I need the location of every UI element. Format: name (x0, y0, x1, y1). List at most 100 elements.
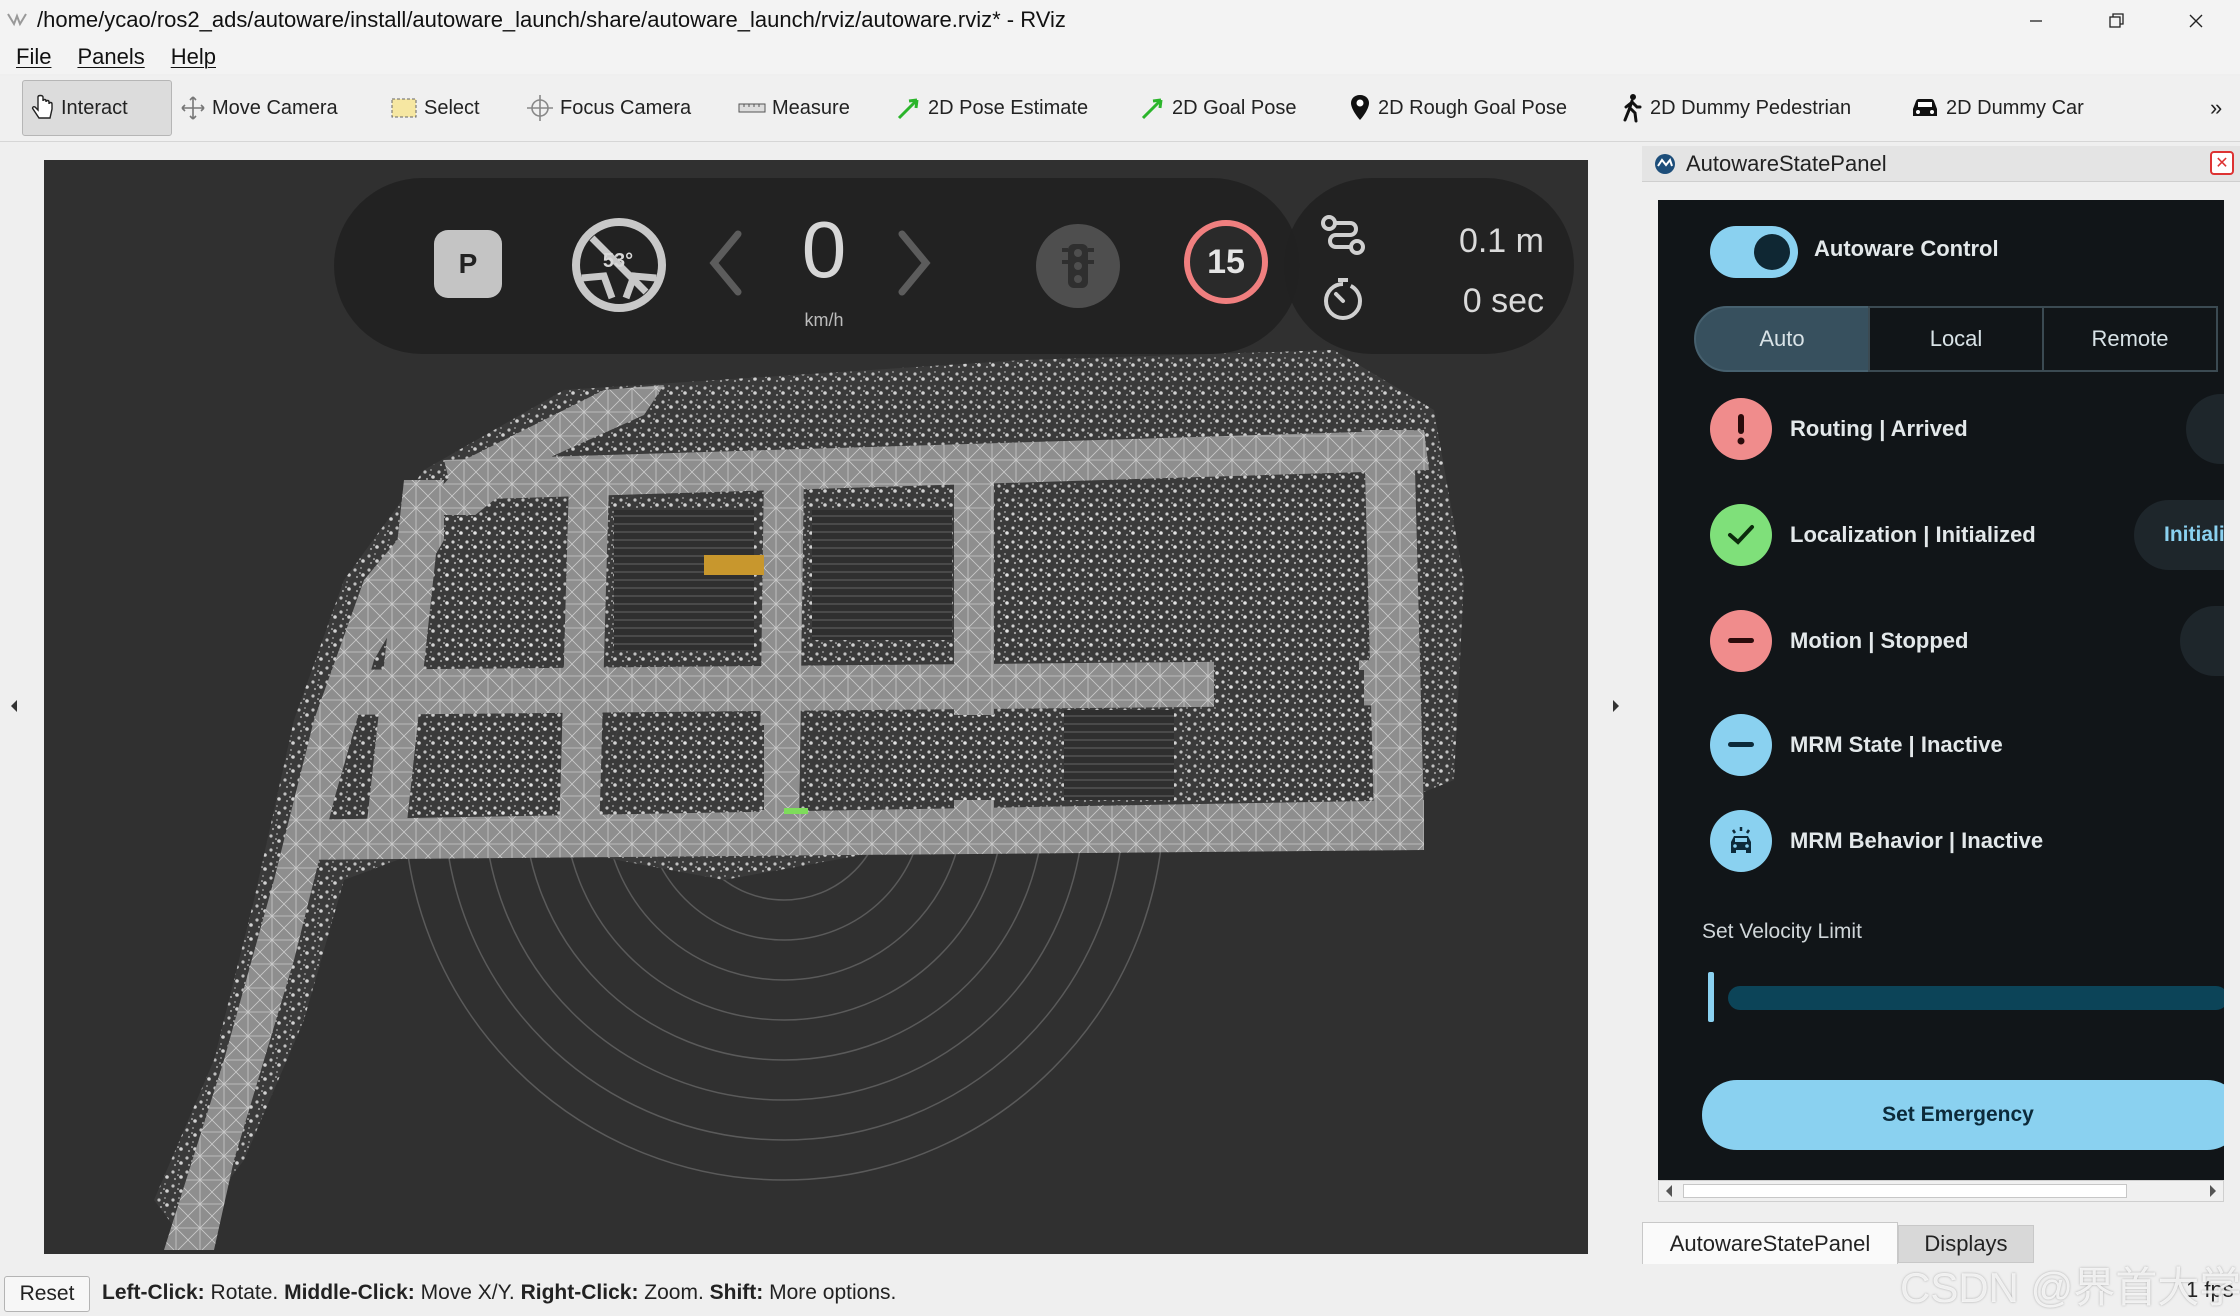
dummy-car-tool-button[interactable]: 2D Dummy Car (1910, 80, 2084, 136)
localization-status-indicator (1710, 504, 1772, 566)
vehicle-status-hud: P 53° 0 km/h 15 (334, 178, 1300, 354)
move-camera-tool-button[interactable]: Move Camera (180, 80, 338, 136)
ruler-icon (738, 103, 766, 113)
toggle-knob (1754, 234, 1790, 270)
traffic-light-icon (1036, 224, 1120, 308)
velocity-limit-title: Set Velocity Limit (1702, 920, 1862, 943)
minus-icon (1728, 742, 1754, 747)
measure-tool-button[interactable]: Measure (738, 80, 850, 136)
more-tools-button[interactable]: » (2210, 80, 2222, 136)
measure-label: Measure (772, 96, 850, 119)
menu-panels[interactable]: Panels (77, 42, 144, 74)
mrm-state-label: MRM State | Inactive (1790, 732, 2003, 757)
mode-remote-button[interactable]: Remote (2042, 306, 2218, 372)
mouse-help-text: Left-Click: Rotate. Middle-Click: Move X… (102, 1281, 897, 1304)
minimize-icon (2030, 20, 2042, 22)
scrollbar-thumb[interactable] (1683, 1184, 2127, 1198)
pedestrian-icon (1623, 94, 1642, 123)
motion-status-indicator (1710, 610, 1772, 672)
green-arrow-icon (897, 98, 919, 120)
localization-status-row: Localization | Initialized Initialize (1710, 500, 2224, 570)
restore-icon (2109, 13, 2124, 28)
autoware-panel-icon (1655, 154, 1675, 174)
left-turn-signal-icon (709, 230, 742, 296)
tool-bar: Interact Move Camera Select Focus Camera… (0, 76, 2240, 142)
close-icon: ✕ (2215, 155, 2229, 172)
speed-value: 0 (801, 205, 847, 294)
rviz-app-icon (7, 13, 27, 27)
route-icon (1321, 215, 1365, 255)
window-title: /home/ycao/ros2_ads/autoware/install/aut… (37, 7, 1066, 32)
close-window-button[interactable] (2156, 0, 2236, 42)
initialize-localization-button[interactable]: Initialize (2134, 500, 2224, 570)
menu-bar: File Panels Help (0, 42, 2240, 74)
pose-estimate-label: 2D Pose Estimate (928, 96, 1089, 119)
pose-estimate-tool-button[interactable]: 2D Pose Estimate (896, 80, 1088, 136)
minus-icon (1728, 638, 1754, 643)
menu-help[interactable]: Help (171, 42, 216, 74)
close-panel-button[interactable]: ✕ (2210, 151, 2234, 175)
crosshair-icon (527, 95, 553, 121)
panel-horizontal-scrollbar[interactable] (1658, 1180, 2224, 1202)
rough-goal-pose-tool-button[interactable]: 2D Rough Goal Pose (1348, 80, 1567, 136)
route-progress-hud: 0.1 m 0 sec (1284, 178, 1574, 354)
mrm-state-row: MRM State | Inactive (1710, 714, 2224, 778)
emergency-vehicle-icon (1731, 827, 1751, 853)
motion-status-label: Motion | Stopped (1790, 628, 1969, 653)
autoware-control-toggle[interactable] (1710, 226, 1798, 278)
timer-icon (1324, 278, 1362, 320)
steering-angle-value: 53° (602, 250, 634, 272)
velocity-slider-track[interactable] (1728, 986, 2224, 1010)
mrm-behavior-indicator (1710, 810, 1772, 872)
dummy-pedestrian-tool-button[interactable]: 2D Dummy Pedestrian (1620, 80, 1851, 136)
remaining-distance: 0.1 m (1458, 222, 1544, 260)
clear-route-button[interactable] (2186, 394, 2224, 464)
window-title-bar: /home/ycao/ros2_ads/autoware/install/aut… (0, 0, 2240, 42)
scroll-right-arrow-icon[interactable] (2207, 1184, 2219, 1198)
speed-unit: km/h (804, 310, 844, 330)
move-camera-label: Move Camera (212, 96, 338, 119)
mrm-behavior-row: MRM Behavior | Inactive (1710, 810, 2224, 874)
accept-start-button[interactable] (2180, 606, 2224, 676)
select-label: Select (424, 96, 480, 119)
menu-file[interactable]: File (16, 42, 51, 74)
mode-local-button[interactable]: Local (1868, 306, 2044, 372)
collapse-left-dock-arrow[interactable] (8, 698, 20, 714)
map-pin-icon (1351, 95, 1369, 120)
right-turn-signal-icon (898, 230, 931, 296)
localization-status-label: Localization | Initialized (1790, 522, 2036, 547)
interact-tool-button[interactable]: Interact (22, 80, 172, 136)
routing-status-indicator (1710, 398, 1772, 460)
mode-auto-button[interactable]: Auto (1694, 306, 1870, 372)
3d-render-view[interactable]: P 53° 0 km/h 15 0.1 m 0 sec (44, 160, 1588, 1254)
autoware-state-panel: Autoware Control Auto Local Remote Routi… (1658, 200, 2224, 1180)
csdn-watermark: CSDN @界首大学 (1900, 1264, 2240, 1311)
motion-status-row: Motion | Stopped (1710, 606, 2224, 676)
hand-pointer-icon (31, 94, 53, 119)
gear-indicator: P (434, 230, 502, 298)
minimize-button[interactable] (1996, 0, 2076, 42)
restore-button[interactable] (2076, 0, 2156, 42)
focus-camera-tool-button[interactable]: Focus Camera (526, 80, 691, 136)
remaining-time: 0 sec (1462, 282, 1544, 320)
collapse-right-dock-arrow[interactable] (1610, 698, 1622, 714)
close-icon (2189, 14, 2203, 28)
reset-button[interactable]: Reset (4, 1276, 90, 1312)
speed-limit-sign: 15 (1184, 220, 1268, 304)
focus-camera-label: Focus Camera (560, 96, 692, 119)
exclamation-icon (1737, 414, 1745, 445)
routing-status-label: Routing | Arrived (1790, 416, 1968, 441)
operation-mode-selector: Auto Local Remote (1694, 306, 2224, 372)
mrm-behavior-label: MRM Behavior | Inactive (1790, 828, 2044, 853)
dummy-pedestrian-label: 2D Dummy Pedestrian (1650, 96, 1852, 119)
select-tool-button[interactable]: Select (390, 80, 480, 136)
goal-pose-tool-button[interactable]: 2D Goal Pose (1140, 80, 1297, 136)
check-icon (1728, 525, 1754, 545)
tab-autoware-state-panel[interactable]: AutowareStatePanel (1642, 1222, 1898, 1264)
routing-status-row: Routing | Arrived (1710, 394, 2224, 464)
velocity-slider-handle[interactable] (1708, 972, 1714, 1022)
set-emergency-button[interactable]: Set Emergency (1702, 1080, 2224, 1150)
interact-label: Interact (61, 96, 128, 119)
move-arrows-icon (181, 96, 205, 120)
scroll-left-arrow-icon[interactable] (1663, 1184, 1675, 1198)
